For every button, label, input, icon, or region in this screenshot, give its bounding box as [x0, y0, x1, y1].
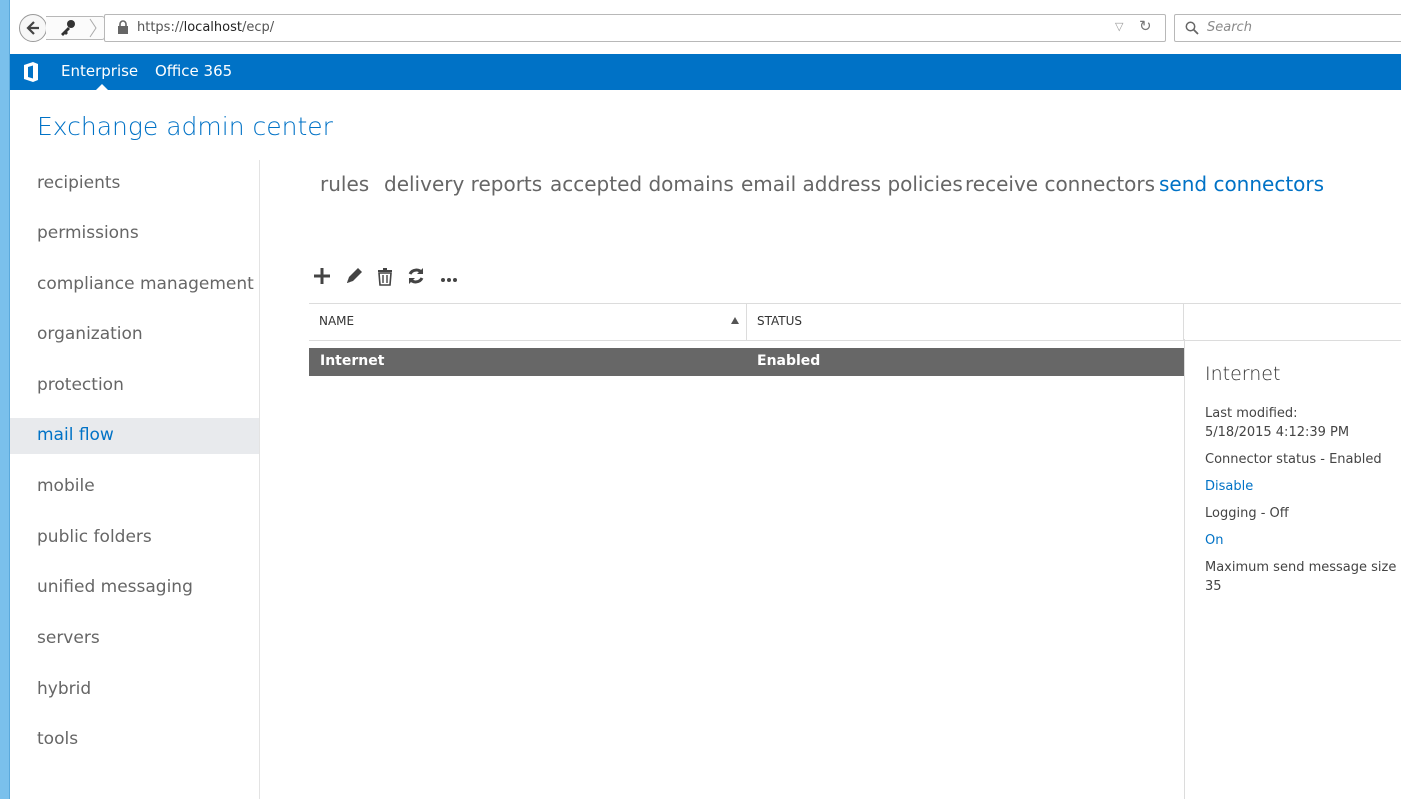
nav-item-servers[interactable]: servers — [10, 621, 259, 657]
topbar-enterprise-link[interactable]: Enterprise — [61, 62, 138, 80]
office-logo-icon — [24, 62, 38, 82]
nav-item-tools[interactable]: tools — [10, 722, 259, 758]
back-button[interactable] — [19, 14, 47, 42]
nav-item-public-folders[interactable]: public folders — [10, 520, 259, 556]
column-header-name[interactable]: NAME — [319, 314, 354, 328]
site-identity-button[interactable] — [46, 16, 105, 40]
tab-accepted-domains[interactable]: accepted domains — [550, 172, 734, 196]
tab-receive-connectors[interactable]: receive connectors — [965, 172, 1155, 196]
nav-item-permissions[interactable]: permissions — [10, 216, 259, 252]
nav-item-mail-flow[interactable]: mail flow — [10, 418, 259, 454]
key-icon — [61, 20, 75, 36]
edit-button[interactable] — [342, 264, 368, 292]
nav-item-hybrid[interactable]: hybrid — [10, 672, 259, 708]
delete-icon — [378, 268, 392, 286]
max-message-size-value: 35 — [1205, 579, 1222, 594]
more-icon — [441, 278, 457, 282]
url-text: https://localhost/ecp/ — [137, 20, 275, 35]
more-button[interactable] — [437, 264, 463, 292]
nav-item-compliance-management[interactable]: compliance management — [10, 267, 259, 303]
logging-status-text: Logging - Off — [1205, 506, 1289, 521]
row-name-cell: Internet — [320, 353, 385, 369]
tab-rules[interactable]: rules — [320, 172, 369, 196]
refresh-icon — [408, 268, 424, 284]
office-topbar: Enterprise Office 365 — [10, 54, 1401, 90]
chevron-right-icon — [89, 18, 97, 38]
back-arrow-icon — [26, 21, 39, 35]
column-header-status[interactable]: STATUS — [757, 314, 802, 328]
column-divider — [1183, 304, 1184, 340]
details-pane: Internet Last modified: 5/18/2015 4:12:3… — [1184, 339, 1401, 799]
left-navigation: recipients permissions compliance manage… — [10, 160, 260, 799]
sort-ascending-icon[interactable] — [731, 317, 739, 324]
tab-send-connectors[interactable]: send connectors — [1159, 172, 1324, 196]
nav-item-recipients[interactable]: recipients — [10, 166, 259, 202]
page-title: Exchange admin center — [37, 112, 333, 141]
nav-item-unified-messaging[interactable]: unified messaging — [10, 570, 259, 606]
details-title: Internet — [1205, 363, 1281, 385]
lock-icon — [118, 20, 128, 34]
add-icon — [314, 268, 330, 284]
browser-toolbar: https://localhost/ecp/ ▽ ↻ Search — [10, 0, 1401, 54]
url-dropdown-icon[interactable]: ▽ — [1115, 20, 1123, 33]
row-status-cell: Enabled — [757, 353, 821, 369]
nav-item-protection[interactable]: protection — [10, 368, 259, 404]
last-modified-value: 5/18/2015 4:12:39 PM — [1205, 425, 1350, 440]
table-header: NAME STATUS — [309, 303, 1401, 341]
delete-button[interactable] — [373, 264, 399, 292]
column-divider[interactable] — [746, 304, 747, 340]
tab-delivery-reports[interactable]: delivery reports — [384, 172, 542, 196]
disable-link[interactable]: Disable — [1205, 479, 1253, 494]
tab-email-address-policies[interactable]: email address policies — [741, 172, 963, 196]
window-edge — [0, 0, 10, 799]
reload-icon[interactable]: ↻ — [1139, 17, 1152, 35]
logging-on-link[interactable]: On — [1205, 533, 1223, 548]
nav-item-mobile[interactable]: mobile — [10, 469, 259, 505]
address-bar[interactable]: https://localhost/ecp/ ▽ ↻ — [104, 14, 1166, 42]
nav-item-organization[interactable]: organization — [10, 317, 259, 353]
table-row[interactable]: Internet Enabled — [309, 348, 1184, 376]
refresh-button[interactable] — [404, 264, 430, 292]
browser-search-box[interactable]: Search — [1174, 14, 1401, 42]
add-button[interactable] — [310, 264, 336, 292]
active-indicator — [96, 84, 108, 90]
connector-status-text: Connector status - Enabled — [1205, 452, 1382, 467]
search-icon — [1185, 21, 1199, 35]
search-placeholder: Search — [1207, 20, 1252, 35]
topbar-office365-link[interactable]: Office 365 — [155, 62, 232, 80]
max-message-size-label: Maximum send message size ( — [1205, 560, 1401, 575]
edit-icon — [347, 268, 362, 283]
last-modified-label: Last modified: — [1205, 406, 1298, 421]
